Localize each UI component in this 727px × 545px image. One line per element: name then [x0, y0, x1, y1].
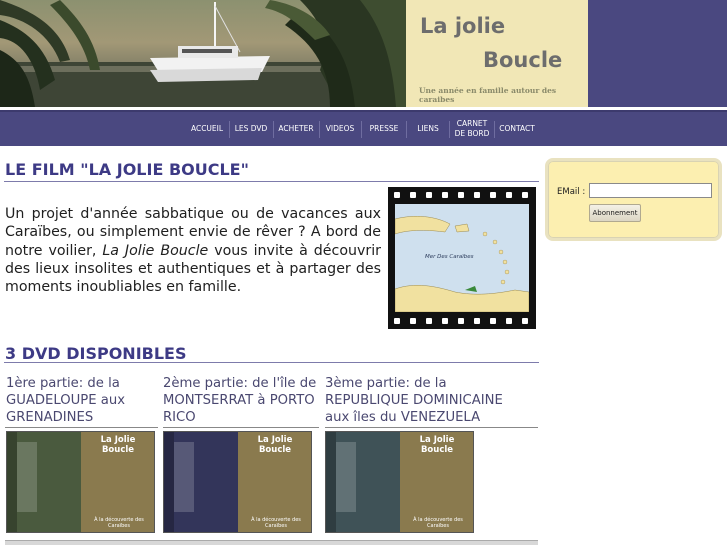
film-perforation — [394, 318, 400, 324]
dvd-cover-front: La Jolie Boucle À la découverte des Cara… — [238, 432, 311, 532]
newsletter-box: EMail : Abonnement — [545, 158, 722, 241]
nav-divider — [229, 121, 230, 138]
dvd-1-cover[interactable]: La Jolie Boucle À la découverte des Cara… — [6, 431, 155, 533]
dvd-cover-subtitle: À la découverte des Caraïbes — [413, 517, 463, 529]
dvd-caption-divider — [5, 427, 158, 428]
dvd-photo-strip — [336, 442, 356, 512]
header-color-block — [588, 0, 727, 107]
bottom-divider — [5, 540, 538, 545]
dvd-2-caption[interactable]: 2ème partie: de l'île de MONTSERRAT à PO… — [163, 375, 321, 426]
dvd-3-caption[interactable]: 3ème partie: de la REPUBLIQUE DOMINICAIN… — [325, 375, 525, 426]
email-label: EMail : — [557, 187, 586, 197]
film-perforation — [522, 318, 528, 324]
page: La jolie Boucle Une année en famille aut… — [0, 0, 727, 545]
site-title-line1: La jolie — [420, 14, 506, 38]
dvd-spine — [326, 432, 336, 532]
dvd-photo-strip — [174, 442, 194, 512]
film-perforation — [458, 318, 464, 324]
site-header: La jolie Boucle Une année en famille aut… — [0, 0, 727, 107]
nav-divider — [319, 121, 320, 138]
film-perforation — [522, 192, 528, 198]
nav-contact[interactable]: CONTACT — [497, 112, 537, 146]
film-perforation — [410, 192, 416, 198]
dvd-caption-divider — [325, 427, 538, 428]
subscribe-button[interactable]: Abonnement — [589, 204, 641, 222]
nav-acheter[interactable]: ACHETER — [276, 112, 316, 146]
dvd-photo-strip — [17, 442, 37, 512]
site-title-line2: Boucle — [483, 48, 563, 72]
nav-divider — [361, 121, 362, 138]
dvd-3-cover[interactable]: La Jolie Boucle À la découverte des Cara… — [325, 431, 474, 533]
film-perforation — [410, 318, 416, 324]
nav-presse[interactable]: PRESSE — [364, 112, 404, 146]
film-perforation — [426, 192, 432, 198]
dvd-cover-subtitle: À la découverte des Caraïbes — [94, 517, 144, 529]
film-perforation — [426, 318, 432, 324]
nav-videos[interactable]: VIDEOS — [322, 112, 358, 146]
film-section-title: LE FILM "LA JOLIE BOUCLE" — [5, 160, 249, 179]
nav-divider — [449, 121, 450, 138]
dvd-spine — [164, 432, 174, 532]
email-input[interactable] — [589, 183, 712, 198]
dvd-caption-divider — [163, 427, 319, 428]
dvd-spine — [7, 432, 17, 532]
section-divider — [4, 362, 539, 363]
caribbean-map-filmstrip: Mer Des Caraïbes — [388, 187, 536, 329]
dvd-cover-back — [7, 432, 81, 532]
nav-liens[interactable]: LIENS — [409, 112, 447, 146]
dvd-2-cover[interactable]: La Jolie Boucle À la découverte des Cara… — [163, 431, 312, 533]
sailboat-photo — [0, 0, 406, 107]
site-tagline: Une année en famille autour des caraibes — [419, 86, 557, 104]
section-divider — [4, 181, 539, 182]
dvd-cover-front: La Jolie Boucle À la découverte des Cara… — [400, 432, 473, 532]
site-title-box[interactable]: La jolie Boucle Une année en famille aut… — [406, 0, 588, 107]
header-photo — [0, 0, 406, 107]
dvd-cover-title: La Jolie Boucle — [419, 435, 455, 455]
film-perforation — [394, 192, 400, 198]
film-perforation — [474, 192, 480, 198]
film-perforation — [490, 318, 496, 324]
dvd-cover-back — [164, 432, 238, 532]
film-intro-text: Un projet d'année sabbatique ou de vacan… — [5, 205, 381, 296]
film-perforation — [506, 192, 512, 198]
nav-les-dvd[interactable]: LES DVD — [232, 112, 270, 146]
dvd-cover-subtitle: À la découverte des Caraïbes — [251, 517, 301, 529]
film-perforation — [474, 318, 480, 324]
film-perforation — [506, 318, 512, 324]
dvd-cover-back — [326, 432, 400, 532]
nav-accueil[interactable]: ACCUEIL — [187, 112, 227, 146]
film-perforation — [458, 192, 464, 198]
dvd-cover-front: La Jolie Boucle À la découverte des Cara… — [81, 432, 154, 532]
map-sea-label: Mer Des Caraïbes — [425, 254, 474, 260]
main-navigation: ACCUEIL LES DVD ACHETER VIDEOS PRESSE LI… — [0, 110, 727, 146]
film-perforation — [442, 192, 448, 198]
nav-divider — [494, 121, 495, 138]
film-perforation — [442, 318, 448, 324]
film-perforation — [490, 192, 496, 198]
nav-carnet-de-bord[interactable]: CARNET DE BORD — [451, 112, 493, 146]
nav-divider — [273, 121, 274, 138]
caribbean-map: Mer Des Caraïbes — [395, 204, 529, 312]
dvd-1-caption[interactable]: 1ère partie: de la GUADELOUPE aux GRENAD… — [6, 375, 156, 426]
nav-divider — [406, 121, 407, 138]
dvd-cover-title: La Jolie Boucle — [257, 435, 293, 455]
dvd-cover-title: La Jolie Boucle — [100, 435, 136, 455]
dvd-section-title: 3 DVD DISPONIBLES — [5, 344, 187, 363]
boat-name: La Jolie Boucle — [102, 242, 209, 259]
